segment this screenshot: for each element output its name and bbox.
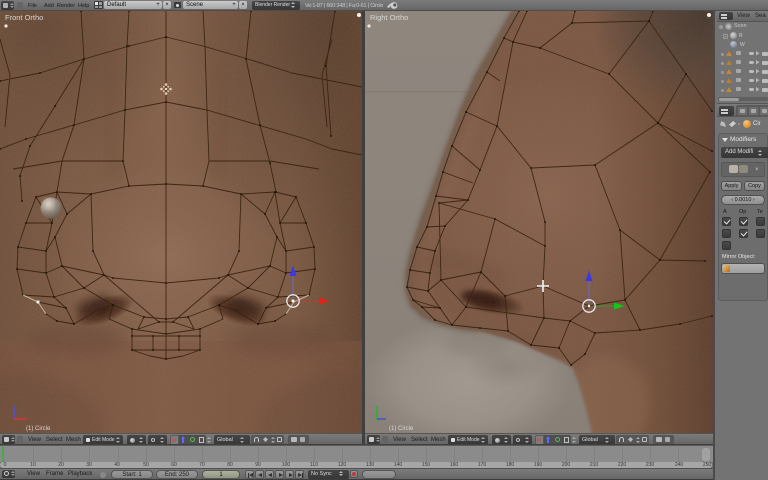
svg-text:(1) Circle: (1) Circle — [26, 426, 51, 432]
svg-text:(1) Circle: (1) Circle — [389, 426, 414, 432]
svg-text:Right Ortho: Right Ortho — [370, 13, 408, 22]
svg-text:Front Ortho: Front Ortho — [5, 13, 43, 22]
